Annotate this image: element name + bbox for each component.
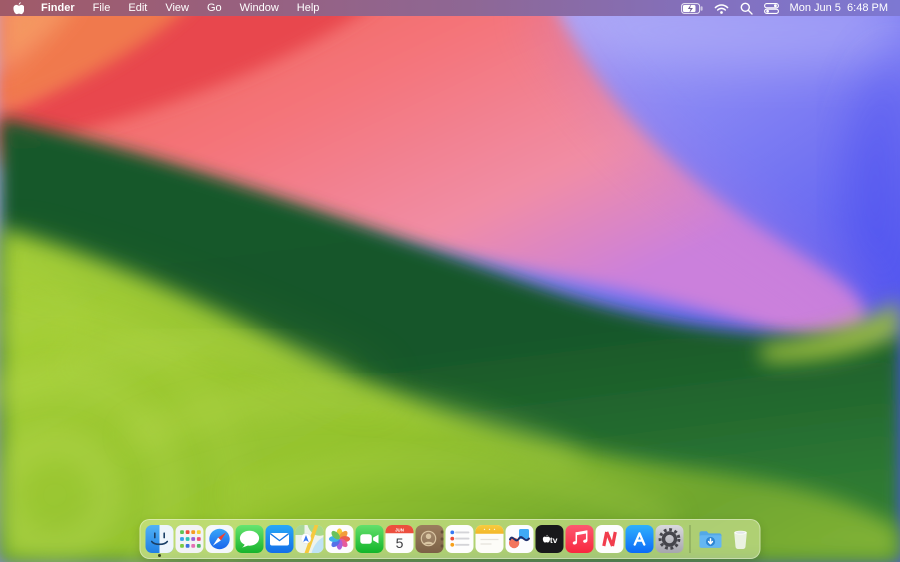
mail-icon	[266, 525, 294, 553]
dock-system-settings[interactable]	[656, 525, 684, 553]
menu-status-area: Mon Jun 5 6:48 PM	[681, 0, 888, 16]
dock-trash[interactable]	[727, 525, 755, 553]
dock: JUN 5	[140, 519, 761, 559]
trash-icon	[727, 525, 755, 553]
dock-news[interactable]	[596, 525, 624, 553]
reminders-icon	[446, 525, 474, 553]
menu-window[interactable]: Window	[231, 0, 288, 16]
calendar-month-label: JUN	[395, 527, 404, 532]
dock-freeform[interactable]	[506, 525, 534, 553]
notes-icon	[476, 525, 504, 553]
safari-icon	[206, 525, 234, 553]
dock-messages[interactable]	[236, 525, 264, 553]
menu-bar: Finder File Edit View Go Window Help Mon…	[0, 0, 900, 16]
dock-divider	[690, 525, 691, 553]
menu-view[interactable]: View	[156, 0, 198, 16]
desktop-wallpaper	[0, 0, 900, 562]
menu-edit[interactable]: Edit	[119, 0, 156, 16]
running-indicator	[158, 554, 161, 557]
battery-charging-icon[interactable]	[681, 3, 703, 14]
finder-icon	[146, 525, 174, 553]
dock-reminders[interactable]	[446, 525, 474, 553]
dock-music[interactable]	[566, 525, 594, 553]
wifi-icon[interactable]	[714, 3, 729, 14]
dock-facetime[interactable]	[356, 525, 384, 553]
dock-downloads[interactable]	[697, 525, 725, 553]
dock-app-store[interactable]	[626, 525, 654, 553]
dock-maps[interactable]	[296, 525, 324, 553]
apple-tv-icon: tv	[536, 525, 564, 553]
dock-notes[interactable]	[476, 525, 504, 553]
apple-logo-icon	[12, 1, 24, 15]
photos-icon	[326, 525, 354, 553]
maps-icon	[296, 525, 324, 553]
dock-tv[interactable]: tv	[536, 525, 564, 553]
launchpad-icon	[176, 525, 204, 553]
system-settings-icon	[656, 525, 684, 553]
tv-label: tv	[550, 535, 558, 545]
menu-clock[interactable]: Mon Jun 5 6:48 PM	[790, 0, 888, 16]
menu-go[interactable]: Go	[198, 0, 231, 16]
facetime-icon	[356, 525, 384, 553]
music-icon	[566, 525, 594, 553]
dock-contacts[interactable]	[416, 525, 444, 553]
dock-finder[interactable]	[146, 525, 174, 553]
apple-menu[interactable]	[10, 1, 32, 15]
messages-icon	[236, 525, 264, 553]
menu-help[interactable]: Help	[288, 0, 329, 16]
menu-finder[interactable]: Finder	[32, 0, 84, 16]
dock-safari[interactable]	[206, 525, 234, 553]
dock-launchpad[interactable]	[176, 525, 204, 553]
app-store-icon	[626, 525, 654, 553]
dock-mail[interactable]	[266, 525, 294, 553]
news-icon	[596, 525, 624, 553]
calendar-day-label: 5	[396, 535, 404, 551]
control-center-icon[interactable]	[764, 3, 779, 14]
spotlight-search-icon[interactable]	[740, 2, 753, 15]
dock-calendar[interactable]: JUN 5	[386, 525, 414, 553]
menu-file[interactable]: File	[84, 0, 120, 16]
dock-photos[interactable]	[326, 525, 354, 553]
contacts-icon	[416, 525, 444, 553]
calendar-icon: JUN 5	[386, 525, 414, 553]
freeform-icon	[506, 525, 534, 553]
downloads-folder-icon	[697, 525, 725, 553]
